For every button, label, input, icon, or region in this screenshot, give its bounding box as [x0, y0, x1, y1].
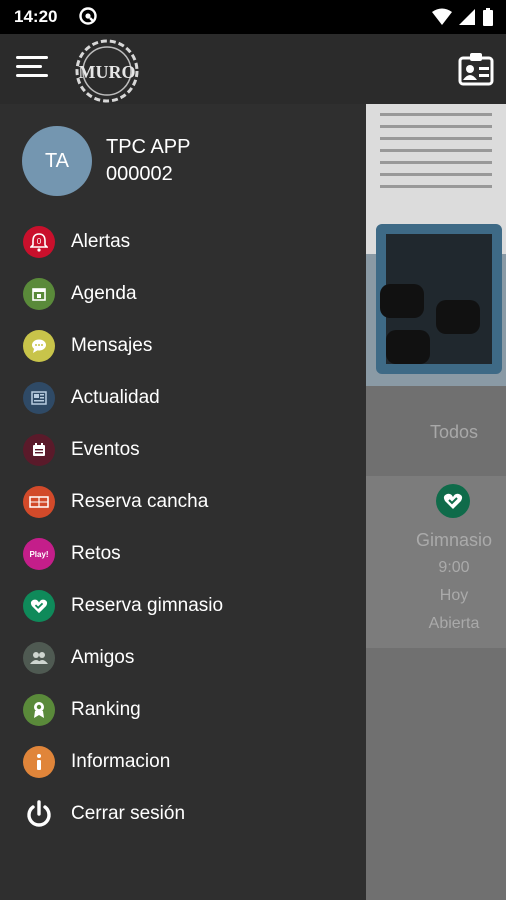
menu-label: Informacion: [71, 751, 171, 772]
event-icon: [23, 434, 55, 466]
menu-item-alertas[interactable]: 0 Alertas: [0, 216, 366, 268]
svg-text:0: 0: [37, 237, 42, 246]
info-icon: [23, 746, 55, 778]
friends-icon: [23, 642, 55, 674]
user-name: TPC APP: [106, 136, 191, 158]
drawer-menu: 0 Alertas Agenda Mensajes Actualidad Eve…: [0, 216, 366, 840]
menu-item-reserva-cancha[interactable]: Reserva cancha: [0, 476, 366, 528]
card-day: Hoy: [439, 587, 469, 604]
app-bar: MURO: [0, 34, 506, 104]
power-icon: [23, 798, 55, 830]
menu-label: Actualidad: [71, 387, 160, 408]
menu-label: Alertas: [71, 231, 131, 252]
avatar[interactable]: TA: [22, 126, 92, 196]
status-time: 14:20: [14, 7, 58, 26]
battery-icon: [482, 7, 494, 32]
hamburger-menu-icon[interactable]: [16, 56, 48, 84]
menu-label: Reserva gimnasio: [71, 595, 224, 616]
chat-icon: [23, 330, 55, 362]
signal-icon: [458, 8, 476, 31]
menu-item-reserva-gimnasio[interactable]: Reserva gimnasio: [0, 580, 366, 632]
menu-item-mensajes[interactable]: Mensajes: [0, 320, 366, 372]
booking-card[interactable]: Gimnasio 9:00 Hoy Abierta: [366, 476, 506, 648]
id-card-icon[interactable]: [458, 52, 494, 86]
filter-tabs: Todos: [366, 386, 506, 466]
court-icon: [23, 486, 55, 518]
menu-item-actualidad[interactable]: Actualidad: [0, 372, 366, 424]
muro-logo: MURO: [74, 38, 140, 104]
card-time: 9:00: [438, 559, 470, 576]
menu-label: Ranking: [71, 699, 141, 720]
menu-label: Amigos: [71, 647, 135, 668]
menu-item-cerrar-sesion[interactable]: Cerrar sesión: [0, 788, 366, 840]
card-status: Abierta: [428, 615, 480, 632]
bell-icon: 0: [23, 226, 55, 258]
gym-heart-icon: [436, 484, 470, 518]
play-icon: Play!: [23, 538, 55, 570]
menu-item-agenda[interactable]: Agenda: [0, 268, 366, 320]
navigation-drawer: TA TPC APP 000002 0 Alertas Agenda Mensa…: [0, 104, 366, 900]
wifi-icon: [432, 8, 452, 31]
news-icon: [23, 382, 55, 414]
svg-text:Play!: Play!: [29, 550, 48, 559]
gym-heart-icon: [23, 590, 55, 622]
card-title: Gimnasio: [415, 530, 493, 550]
menu-item-retos[interactable]: Play! Retos: [0, 528, 366, 580]
menu-label: Reserva cancha: [71, 491, 209, 512]
gym-photo: [366, 104, 506, 386]
ranking-icon: [23, 694, 55, 726]
calendar-icon: [23, 278, 55, 310]
menu-item-ranking[interactable]: Ranking: [0, 684, 366, 736]
menu-item-informacion[interactable]: Informacion: [0, 736, 366, 788]
user-code: 000002: [106, 163, 173, 185]
menu-item-amigos[interactable]: Amigos: [0, 632, 366, 684]
menu-item-eventos[interactable]: Eventos: [0, 424, 366, 476]
menu-label: Agenda: [71, 283, 137, 304]
menu-label: Retos: [71, 543, 121, 564]
menu-label: Mensajes: [71, 335, 153, 356]
logo-text: MURO: [79, 62, 136, 82]
menu-label: Cerrar sesión: [71, 803, 186, 824]
menu-label: Eventos: [71, 439, 140, 460]
at-sign-icon: [78, 6, 98, 31]
status-bar: 14:20: [0, 0, 506, 34]
tab-todos[interactable]: Todos: [430, 422, 478, 443]
